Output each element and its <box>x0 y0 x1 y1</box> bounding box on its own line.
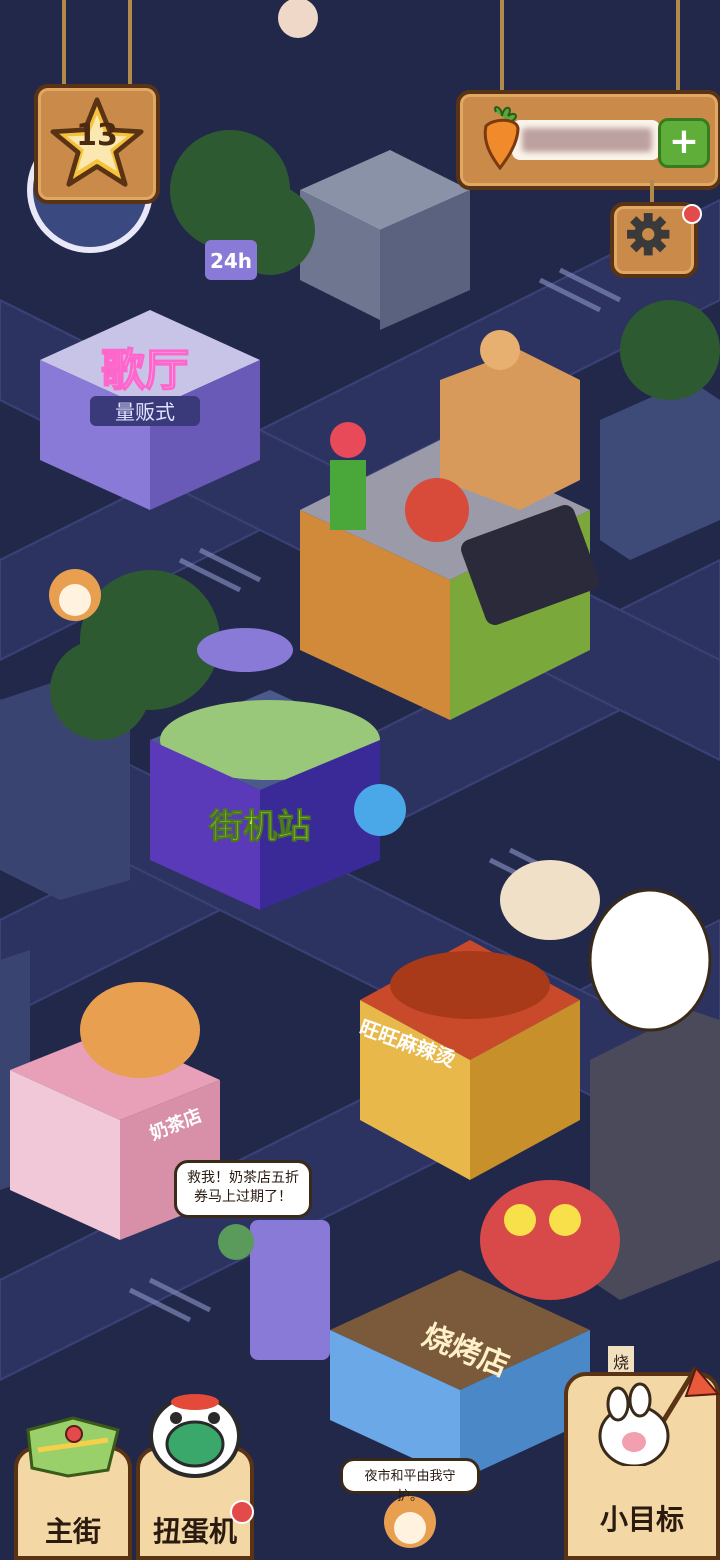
arcade-title-sign: 街机站 <box>208 807 311 847</box>
nav-main-street-button[interactable]: 主街 <box>14 1416 132 1560</box>
map-icon <box>26 1416 120 1478</box>
level-rope-right <box>128 0 132 86</box>
carrot-icon <box>483 106 520 170</box>
ktv-title-sign: 歌厅 <box>101 345 189 396</box>
night-market-speech-bubble[interactable]: 夜市和平由我守护。 <box>340 1458 480 1504</box>
currency-rope-right <box>676 0 680 96</box>
ktv-24h-sign: 24h <box>210 249 252 273</box>
level-rope-left <box>62 0 66 86</box>
nav-goals-label: 小目标 <box>599 1503 684 1536</box>
level-number: 13 <box>76 118 118 153</box>
nav-main-street-label: 主街 <box>44 1515 101 1548</box>
level-badge[interactable]: 13 <box>34 84 160 204</box>
paw-flag-icon <box>598 1366 720 1466</box>
gacha-machine-icon <box>149 1394 241 1478</box>
milktea-speech-bubble[interactable]: 救我！奶茶店五折券马上过期了！ <box>174 1160 312 1218</box>
settings-notification-dot <box>682 204 702 224</box>
currency-bar <box>512 120 660 160</box>
currency-rope-left <box>500 0 504 96</box>
nav-goals-button[interactable]: 小目标 <box>564 1366 720 1560</box>
gacha-notification-dot <box>230 1500 254 1524</box>
gear-icon <box>627 213 670 256</box>
currency-value <box>522 128 652 152</box>
carrot-currency-panel: + <box>456 90 720 190</box>
add-currency-button[interactable]: + <box>658 118 710 168</box>
ktv-subtitle-sign: 量贩式 <box>115 400 175 424</box>
